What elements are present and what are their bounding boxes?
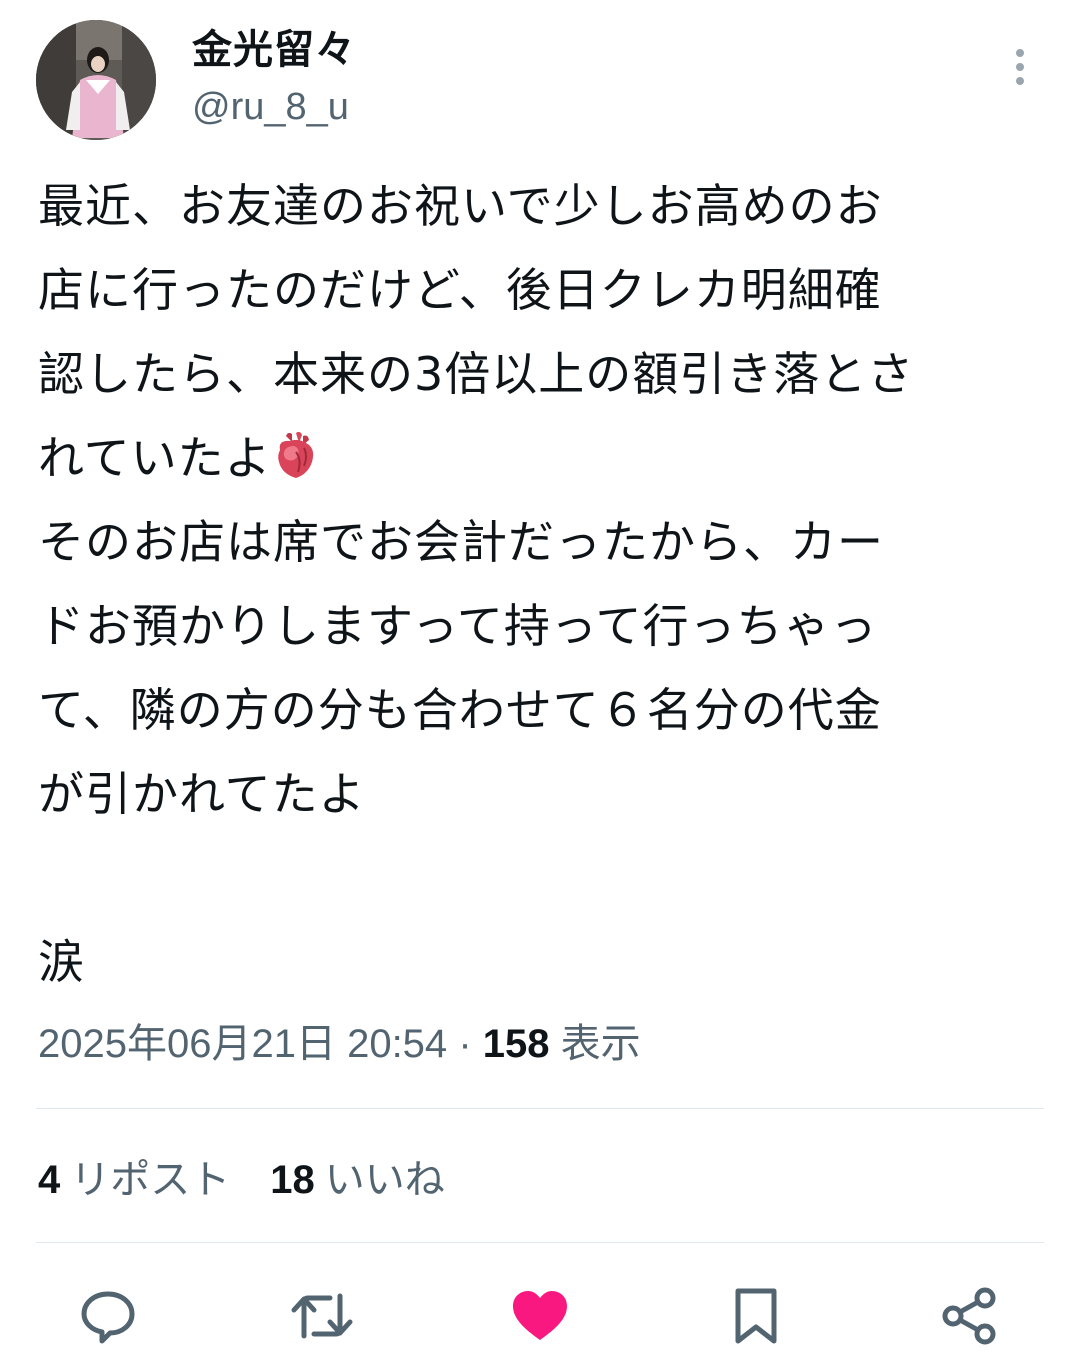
post-meta: 2025年06月21日 20:54 · 158 表示 — [38, 1014, 641, 1074]
bookmark-icon — [735, 1288, 777, 1344]
likes-label: いいね — [324, 1158, 445, 1202]
speech-bubble-icon — [81, 1291, 135, 1344]
post-text-line: そのお店は席でお会計だったから、カー — [38, 515, 884, 569]
post-text-line: 認したら、本来の3倍以上の額引き落とさ — [38, 347, 915, 401]
anatomical-heart-icon — [277, 431, 313, 478]
post-text-line: ドお預かりしますって持って行っちゃっ — [38, 599, 878, 653]
post-text-line: 店に行ったのだけど、後日クレカ明細確 — [38, 263, 882, 317]
like-button[interactable] — [508, 1284, 572, 1348]
post-text-line: て、隣の方の分も合わせて６名分の代金 — [38, 683, 882, 737]
repost-arrows-icon — [291, 1293, 353, 1339]
more-dot — [1016, 63, 1024, 71]
avatar-photo — [36, 20, 156, 140]
reply-button[interactable] — [76, 1284, 140, 1348]
meta-separator: · — [458, 1022, 472, 1066]
post-text-line: 最近、お友達のお祝いで少しお高めのお — [38, 179, 883, 233]
filled-heart-icon — [513, 1291, 567, 1340]
more-dot — [1016, 77, 1024, 85]
views-label: 表示 — [560, 1022, 641, 1066]
share-button[interactable] — [938, 1284, 1002, 1348]
likes-stat[interactable]: 18 いいね — [270, 1158, 445, 1202]
bookmark-button[interactable] — [724, 1284, 788, 1348]
post-text-line: 涙 — [38, 935, 85, 989]
post-header: 金光留々 @ru_8_u — [0, 0, 1080, 150]
reposts-stat[interactable]: 4 リポスト — [38, 1158, 230, 1202]
reposts-count: 4 — [38, 1158, 61, 1202]
display-name[interactable]: 金光留々 — [192, 22, 356, 78]
divider — [36, 1242, 1044, 1243]
reposts-label: リポスト — [70, 1158, 231, 1202]
post-text-line-with-emoji: れていたよ — [38, 416, 1048, 500]
avatar[interactable] — [36, 20, 156, 140]
post-text-line: が引かれてたよ — [38, 767, 366, 821]
share-nodes-icon — [942, 1287, 996, 1345]
more-options-button[interactable] — [998, 42, 1042, 92]
divider — [36, 1108, 1044, 1109]
repost-button[interactable] — [290, 1284, 354, 1348]
post-text: 最近、お友達のお祝いで少しお高めのお 店に行ったのだけど、後日クレカ明細確 認し… — [38, 164, 1048, 1004]
engagement-stats: 4 リポスト 18 いいね — [38, 1150, 445, 1210]
views-count[interactable]: 158 — [483, 1022, 550, 1066]
more-dot — [1016, 49, 1024, 57]
likes-count: 18 — [270, 1158, 315, 1202]
action-bar — [0, 1276, 1080, 1356]
post-text-fragment: れていたよ — [38, 431, 272, 485]
post-text-blank-line — [38, 836, 1048, 920]
post-timestamp[interactable]: 2025年06月21日 20:54 — [38, 1022, 447, 1066]
user-handle[interactable]: @ru_8_u — [192, 82, 349, 132]
